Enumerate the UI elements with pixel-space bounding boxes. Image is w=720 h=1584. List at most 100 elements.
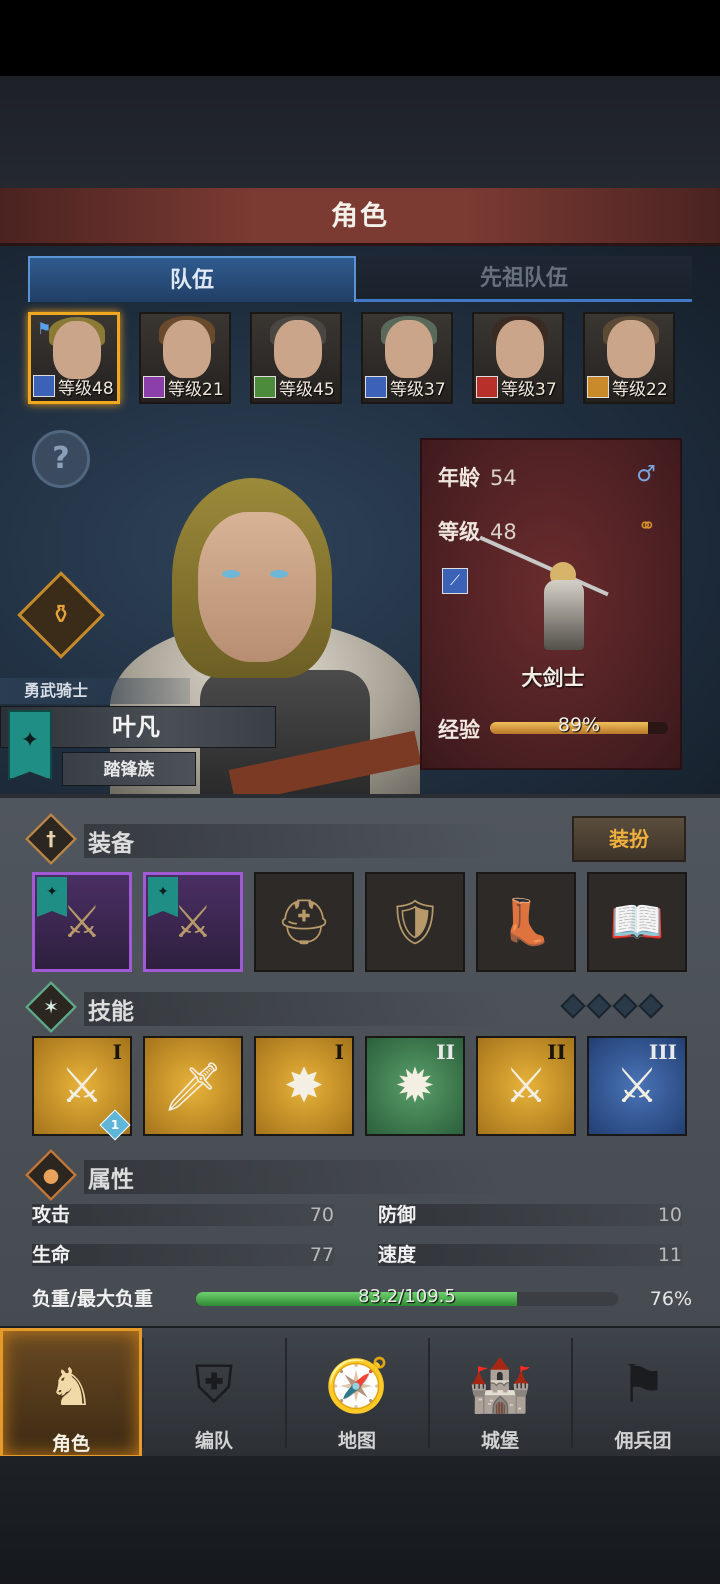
equipment-slot[interactable]: 📖 <box>587 872 687 972</box>
helmet-formation-icon: ⛨ <box>194 1354 234 1415</box>
nav-divider <box>285 1338 287 1448</box>
equipment-slot[interactable]: ✦ ⚔ <box>32 872 132 972</box>
header-background <box>0 76 720 188</box>
page-title: 角色 <box>331 201 389 232</box>
shield-icon <box>587 376 609 398</box>
defense-value: 10 <box>657 1204 682 1226</box>
nav-divider <box>428 1338 430 1448</box>
attack-stat: 攻击 70 <box>32 1202 334 1228</box>
skill-rank: I <box>334 1040 344 1064</box>
nav-label: 角色 <box>51 1433 90 1455</box>
castle-icon: 🏰 <box>467 1355 533 1416</box>
person-icon: ● <box>24 1148 78 1202</box>
equipment-slot[interactable]: 👢 <box>476 872 576 972</box>
nav-item-mercenary-banner[interactable]: ⚑ 佣兵团 <box>572 1328 714 1458</box>
sword-strike-skill-icon[interactable]: ⚔ I 1 <box>32 1036 132 1141</box>
nav-item-knight[interactable]: ♞ 角色 <box>0 1328 142 1458</box>
skills-title: 技能 <box>88 999 134 1025</box>
load-percent: 76% <box>649 1288 692 1310</box>
staff-icon <box>143 376 165 398</box>
nav-divider <box>142 1338 144 1448</box>
burst-strike-skill-icon[interactable]: ✸ I <box>254 1036 354 1136</box>
crossbow-icon <box>254 376 276 398</box>
clan-banner-icon[interactable]: ✦ <box>8 710 52 780</box>
boots-icon: 👢 <box>498 897 554 948</box>
hero-title: 勇武骑士 <box>0 678 190 704</box>
party-member-card[interactable]: 等级37 <box>472 312 564 404</box>
dress-up-button[interactable]: 装扮 <box>572 816 686 862</box>
level-row: 等级 48 <box>438 516 517 546</box>
defense-label: 防御 <box>378 1204 417 1226</box>
party-member-card[interactable]: 等级21 <box>139 312 231 404</box>
skill-rank: I <box>112 1040 122 1064</box>
skill-badge-icon: 1 <box>99 1109 131 1141</box>
figure-body <box>544 580 584 650</box>
skill-glyph: ⚔ <box>504 1058 548 1114</box>
class-name: 大剑士 <box>521 666 585 690</box>
speed-value: 11 <box>657 1244 682 1266</box>
age-label: 年龄 <box>438 466 480 490</box>
member-level-row: 等级22 <box>587 374 673 400</box>
equipment-slots: ✦ ⚔ ✦ ⚔ ⛑ 🛡 👢 📖 <box>32 872 688 974</box>
party-tabs: 队伍 先祖队伍 <box>28 256 692 302</box>
right-eye <box>270 570 288 578</box>
section-header-bg <box>84 992 504 1026</box>
skill-glyph: ⚔ <box>60 1058 104 1114</box>
member-level-row: 等级37 <box>476 374 562 400</box>
gem-slot-icon <box>638 993 664 1019</box>
speed-label: 速度 <box>378 1244 417 1266</box>
compass-icon: 🧭 <box>324 1355 390 1416</box>
knight-icon: ♞ <box>47 1358 95 1418</box>
equipment-slot[interactable]: 🛡 <box>365 872 465 972</box>
level-label: 等级 <box>438 520 480 544</box>
stat-bg <box>32 1204 334 1226</box>
tab-ancestor-party[interactable]: 先祖队伍 <box>356 256 692 302</box>
member-face <box>53 321 101 379</box>
star-icon: ✶ <box>24 980 78 1034</box>
marriage-rings-icon[interactable]: ⚭ <box>638 514 656 539</box>
cross-blades-skill-icon[interactable]: ⚔ II <box>476 1036 576 1136</box>
explosion-skill-icon[interactable]: ✹ II <box>365 1036 465 1136</box>
exp-percent: 89% <box>557 714 601 736</box>
level-value: 48 <box>490 520 517 544</box>
nav-item-compass[interactable]: 🧭 地图 <box>286 1328 428 1458</box>
help-icon[interactable]: ? <box>32 430 90 488</box>
member-level-row: 等级37 <box>365 374 451 400</box>
skill-rank: II <box>547 1040 566 1064</box>
cross-blades-skill-icon[interactable]: ⚔ III <box>587 1036 687 1136</box>
sword-ward-skill-icon[interactable]: 🗡 <box>143 1036 243 1136</box>
clan-name: 踏锋族 <box>62 752 196 786</box>
mercenary-banner-icon: ⚑ <box>619 1355 667 1415</box>
tab-party[interactable]: 队伍 <box>28 256 356 302</box>
age-row: 年龄 54 <box>438 462 517 492</box>
nav-label: 地图 <box>337 1430 376 1452</box>
equipment-slot[interactable]: ✦ ⚔ <box>143 872 243 972</box>
age-value: 54 <box>490 466 517 490</box>
party-member-card[interactable]: 等级22 <box>583 312 675 404</box>
party-member-card[interactable]: 等级45 <box>250 312 342 404</box>
gem-slot-icon <box>560 993 586 1019</box>
load-label: 负重/最大负重 <box>32 1288 153 1310</box>
skill-gem-slots <box>560 993 688 1019</box>
hp-label: 生命 <box>32 1244 71 1266</box>
member-level-row: 等级45 <box>254 374 340 400</box>
skill-glyph: 🗡 <box>162 1058 224 1115</box>
class-figure <box>479 535 609 670</box>
equipment-slot[interactable]: ⛑ <box>254 872 354 972</box>
member-face <box>607 320 655 378</box>
load-value: 83.2/109.5 <box>358 1286 456 1307</box>
section-header-bg <box>84 1160 504 1194</box>
face <box>198 512 316 662</box>
book-icon: 📖 <box>609 897 665 948</box>
bottom-nav: ♞ 角色 ⛨ 编队 🧭 地图 🏰 城堡 ⚑ 佣兵团 <box>0 1326 720 1458</box>
nav-label: 城堡 <box>480 1430 519 1452</box>
skill-glyph: ✹ <box>394 1058 436 1114</box>
party-member-card[interactable]: 等级37 <box>361 312 453 404</box>
attributes-section-header: ● 属性 <box>24 1148 688 1202</box>
member-level: 等级45 <box>279 379 335 400</box>
armor-icon: 🛡 <box>387 897 443 948</box>
nav-item-castle[interactable]: 🏰 城堡 <box>429 1328 571 1458</box>
nav-item-helmet-formation[interactable]: ⛨ 编队 <box>143 1328 285 1458</box>
member-level: 等级21 <box>168 379 224 400</box>
party-member-card[interactable]: ⚑ 等级48 <box>28 312 120 404</box>
